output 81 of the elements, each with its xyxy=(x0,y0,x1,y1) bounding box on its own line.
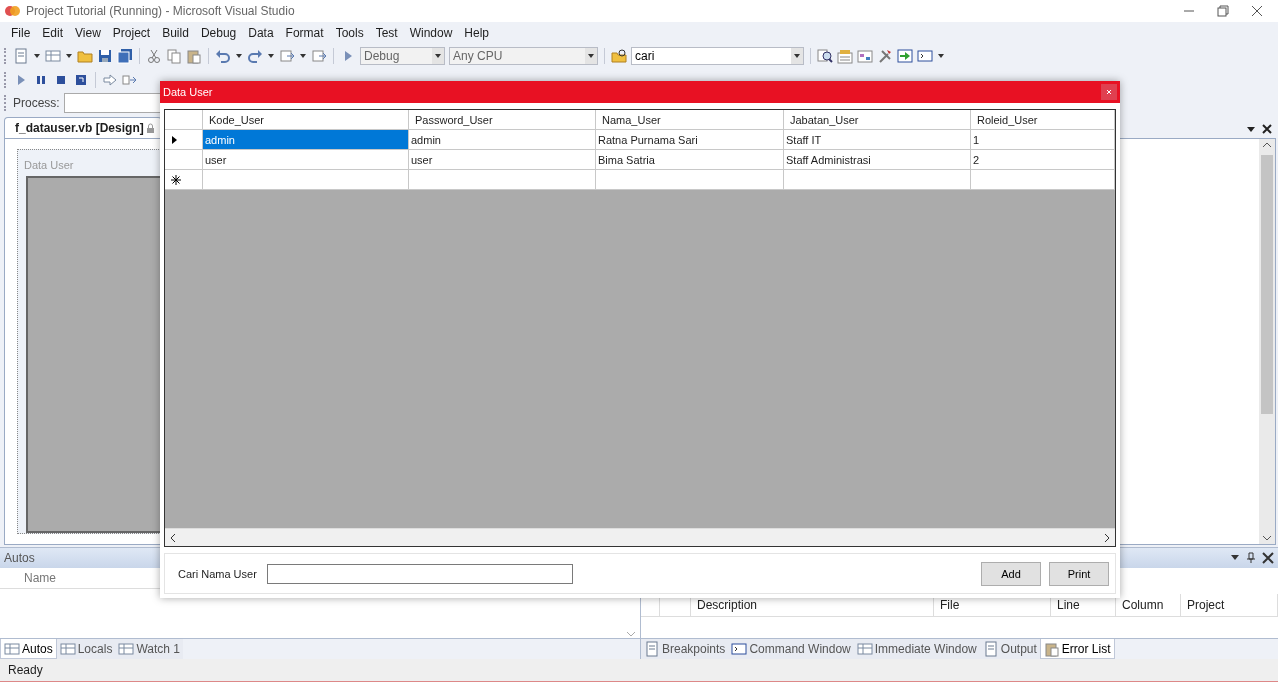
table-cell[interactable] xyxy=(971,170,1115,190)
new-row-icon xyxy=(171,174,181,185)
menu-item[interactable]: Build xyxy=(157,24,194,42)
lock-icon xyxy=(145,122,155,134)
menu-item[interactable]: View xyxy=(70,24,106,42)
table-cell[interactable] xyxy=(596,170,784,190)
dialog-title: Data User xyxy=(163,86,213,98)
command-window-icon[interactable] xyxy=(917,48,933,64)
search-label: Cari Nama User xyxy=(178,567,257,580)
horizontal-scrollbar[interactable] xyxy=(165,528,1115,546)
undo-icon[interactable] xyxy=(215,48,231,64)
save-all-icon[interactable] xyxy=(117,48,133,64)
panel-menu-icon[interactable] xyxy=(1230,552,1240,562)
menu-item[interactable]: Project xyxy=(107,24,156,42)
tab-menu-icon[interactable] xyxy=(1246,124,1256,134)
command-window-icon xyxy=(731,641,748,657)
search-field[interactable] xyxy=(266,563,573,584)
caret-icon[interactable] xyxy=(267,52,275,60)
find-in-files-icon[interactable] xyxy=(611,48,627,64)
form-title: Data User xyxy=(23,158,74,173)
window-title: Project Tutorial (Running) - Microsoft Visual Studio xyxy=(26,4,295,18)
column-header[interactable]: Project xyxy=(1181,594,1278,616)
table-cell[interactable] xyxy=(784,170,971,190)
configuration-dropdown[interactable]: Debug xyxy=(360,47,445,65)
pin-icon[interactable] xyxy=(1246,552,1256,564)
current-row-icon xyxy=(171,134,178,145)
scroll-right-icon[interactable] xyxy=(1103,532,1111,543)
process-label: Process: xyxy=(13,96,60,110)
print-button[interactable]: Print xyxy=(1049,561,1109,586)
search-icon[interactable] xyxy=(817,48,833,64)
step-into-icon[interactable] xyxy=(122,72,138,88)
panel-tab[interactable]: Autos xyxy=(0,639,57,659)
copy-icon[interactable] xyxy=(166,48,182,64)
menu-item[interactable]: Data xyxy=(243,24,279,42)
menu-item[interactable]: Debug xyxy=(195,24,242,42)
caret-icon[interactable] xyxy=(434,52,442,60)
scroll-down-icon[interactable] xyxy=(1262,534,1272,542)
restore-icon[interactable] xyxy=(1216,5,1230,17)
table-cell[interactable] xyxy=(409,170,596,190)
cut-icon[interactable] xyxy=(146,48,162,64)
panel-tab[interactable]: Immediate Window xyxy=(853,639,980,659)
next-statement-icon[interactable] xyxy=(102,72,118,88)
paste-icon[interactable] xyxy=(186,48,202,64)
panel-tab[interactable]: Command Window xyxy=(728,639,854,659)
caret-icon[interactable] xyxy=(587,52,595,60)
vertical-scrollbar[interactable] xyxy=(1259,139,1275,544)
save-icon[interactable] xyxy=(97,48,113,64)
redo-icon[interactable] xyxy=(247,48,263,64)
menu-item[interactable]: Edit xyxy=(37,24,69,42)
menu-item[interactable]: Tools xyxy=(330,24,369,42)
caret-icon[interactable] xyxy=(33,52,41,60)
scroll-up-icon[interactable] xyxy=(1262,141,1272,149)
caret-icon[interactable] xyxy=(235,52,243,60)
find-dropdown[interactable]: cari xyxy=(631,47,804,65)
app-logo-icon xyxy=(4,3,20,19)
restart-icon[interactable] xyxy=(73,72,89,88)
panel-tab[interactable]: Output xyxy=(979,639,1040,659)
caret-icon[interactable] xyxy=(65,52,73,60)
caret-icon[interactable] xyxy=(299,52,307,60)
menu-item[interactable]: Help xyxy=(459,24,495,42)
menu-item[interactable]: File xyxy=(6,24,36,42)
caret-icon[interactable] xyxy=(937,52,945,60)
menu-item[interactable]: Format xyxy=(280,24,329,42)
panel-tab[interactable]: Error List xyxy=(1039,639,1115,659)
panel-title: Autos xyxy=(4,551,35,565)
status-text: Ready xyxy=(8,663,43,677)
panel-tab[interactable]: Locals xyxy=(56,639,116,659)
menu-item[interactable]: Window xyxy=(404,24,458,42)
close-icon[interactable] xyxy=(1262,552,1274,564)
table-cell[interactable]: admin xyxy=(203,130,409,150)
panel-tab[interactable]: Watch 1 xyxy=(115,639,183,659)
platform-dropdown[interactable]: Any CPU xyxy=(449,47,598,65)
panel-tab[interactable]: Breakpoints xyxy=(641,639,729,659)
scroll-left-icon[interactable] xyxy=(169,532,177,543)
close-icon[interactable] xyxy=(1262,124,1272,134)
close-icon[interactable] xyxy=(1250,5,1264,17)
caret-icon[interactable] xyxy=(793,52,801,60)
table-cell[interactable] xyxy=(203,170,409,190)
menu-item[interactable]: Test xyxy=(370,24,403,42)
document-tab[interactable]: f_datauser.vb [Design] xyxy=(4,117,162,138)
add-button[interactable]: Add xyxy=(981,561,1041,586)
